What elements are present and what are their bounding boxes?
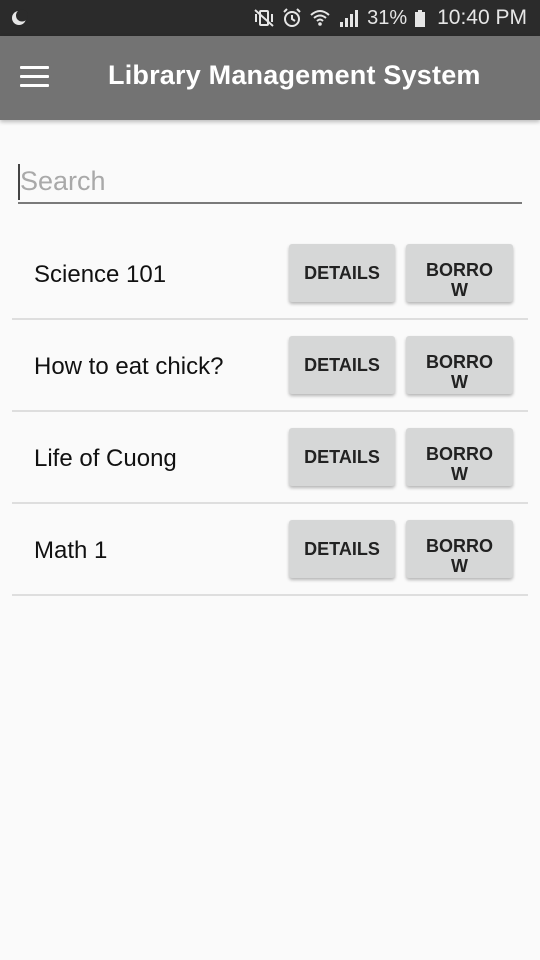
status-bar: 31% 10:40 PM (0, 0, 540, 36)
clock: 10:40 PM (437, 6, 527, 29)
borrow-label: BORRO (426, 444, 493, 464)
hamburger-menu-icon[interactable] (20, 66, 50, 88)
borrow-label-overflow: W (451, 280, 468, 300)
status-icons: 31% 10:40 PM (253, 0, 527, 36)
alarm-icon (283, 8, 301, 27)
book-list: Science 101 DETAILS BORRO W How to eat c… (12, 228, 528, 596)
list-item: Math 1 DETAILS BORRO W (12, 504, 528, 596)
app-title: Library Management System (108, 60, 481, 90)
borrow-label-overflow: W (451, 372, 468, 392)
search-input[interactable] (18, 160, 522, 204)
list-item: How to eat chick? DETAILS BORRO W (12, 320, 528, 412)
borrow-label-overflow: W (451, 464, 468, 484)
search-field (18, 160, 522, 208)
details-button[interactable]: DETAILS (289, 520, 395, 578)
borrow-label: BORRO (426, 536, 493, 556)
list-item: Science 101 DETAILS BORRO W (12, 228, 528, 320)
borrow-label-overflow: W (451, 556, 468, 576)
borrow-label: BORRO (426, 352, 493, 372)
book-title: Science 101 (34, 261, 167, 288)
details-button[interactable]: DETAILS (289, 336, 395, 394)
borrow-label: BORRO (426, 260, 493, 280)
list-item: Life of Cuong DETAILS BORRO W (12, 412, 528, 504)
book-title: How to eat chick? (34, 353, 224, 380)
details-button[interactable]: DETAILS (289, 428, 395, 486)
borrow-button[interactable]: BORRO W (406, 244, 513, 302)
book-title: Math 1 (34, 537, 108, 564)
mute-vibrate-icon (254, 9, 274, 27)
moon-icon (12, 9, 28, 25)
battery-icon (415, 9, 426, 27)
borrow-button[interactable]: BORRO W (406, 428, 513, 486)
book-title: Life of Cuong (34, 445, 177, 472)
battery-percent: 31% (367, 6, 408, 29)
borrow-button[interactable]: BORRO W (406, 336, 513, 394)
borrow-button[interactable]: BORRO W (406, 520, 513, 578)
app-bar: Library Management System (0, 36, 540, 120)
wifi-icon (310, 10, 330, 26)
text-cursor (18, 164, 20, 200)
details-button[interactable]: DETAILS (289, 244, 395, 302)
signal-icon (340, 10, 359, 27)
